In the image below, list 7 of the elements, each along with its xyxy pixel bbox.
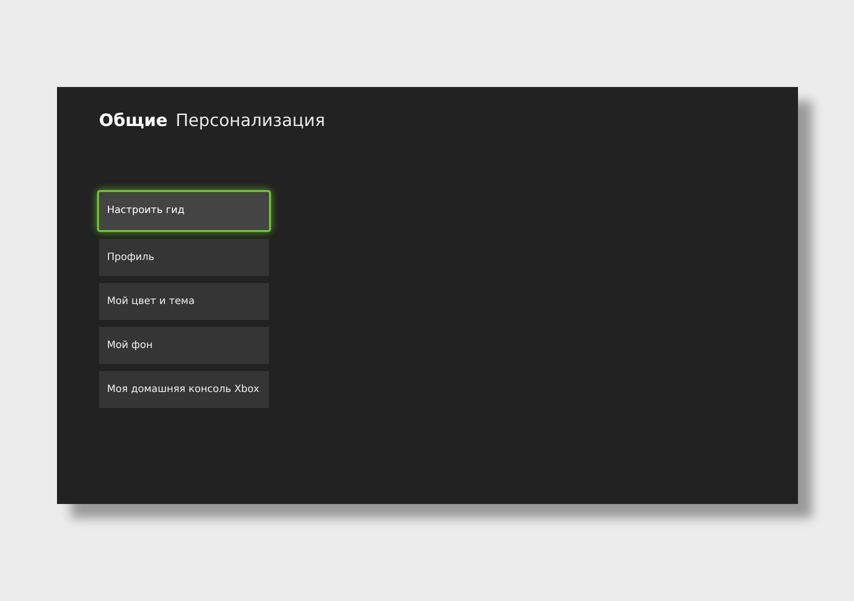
menu-item[interactable]: Моя домашняя консоль Xbox (99, 370, 269, 408)
page-title: Персонализация (176, 110, 326, 133)
section-title: Общие (99, 110, 168, 133)
menu-item[interactable]: Настроить гид (97, 190, 271, 232)
menu-item[interactable]: Мой цвет и тема (99, 282, 269, 320)
menu-item[interactable]: Профиль (99, 238, 269, 276)
menu-item[interactable]: Мой фон (99, 326, 269, 364)
